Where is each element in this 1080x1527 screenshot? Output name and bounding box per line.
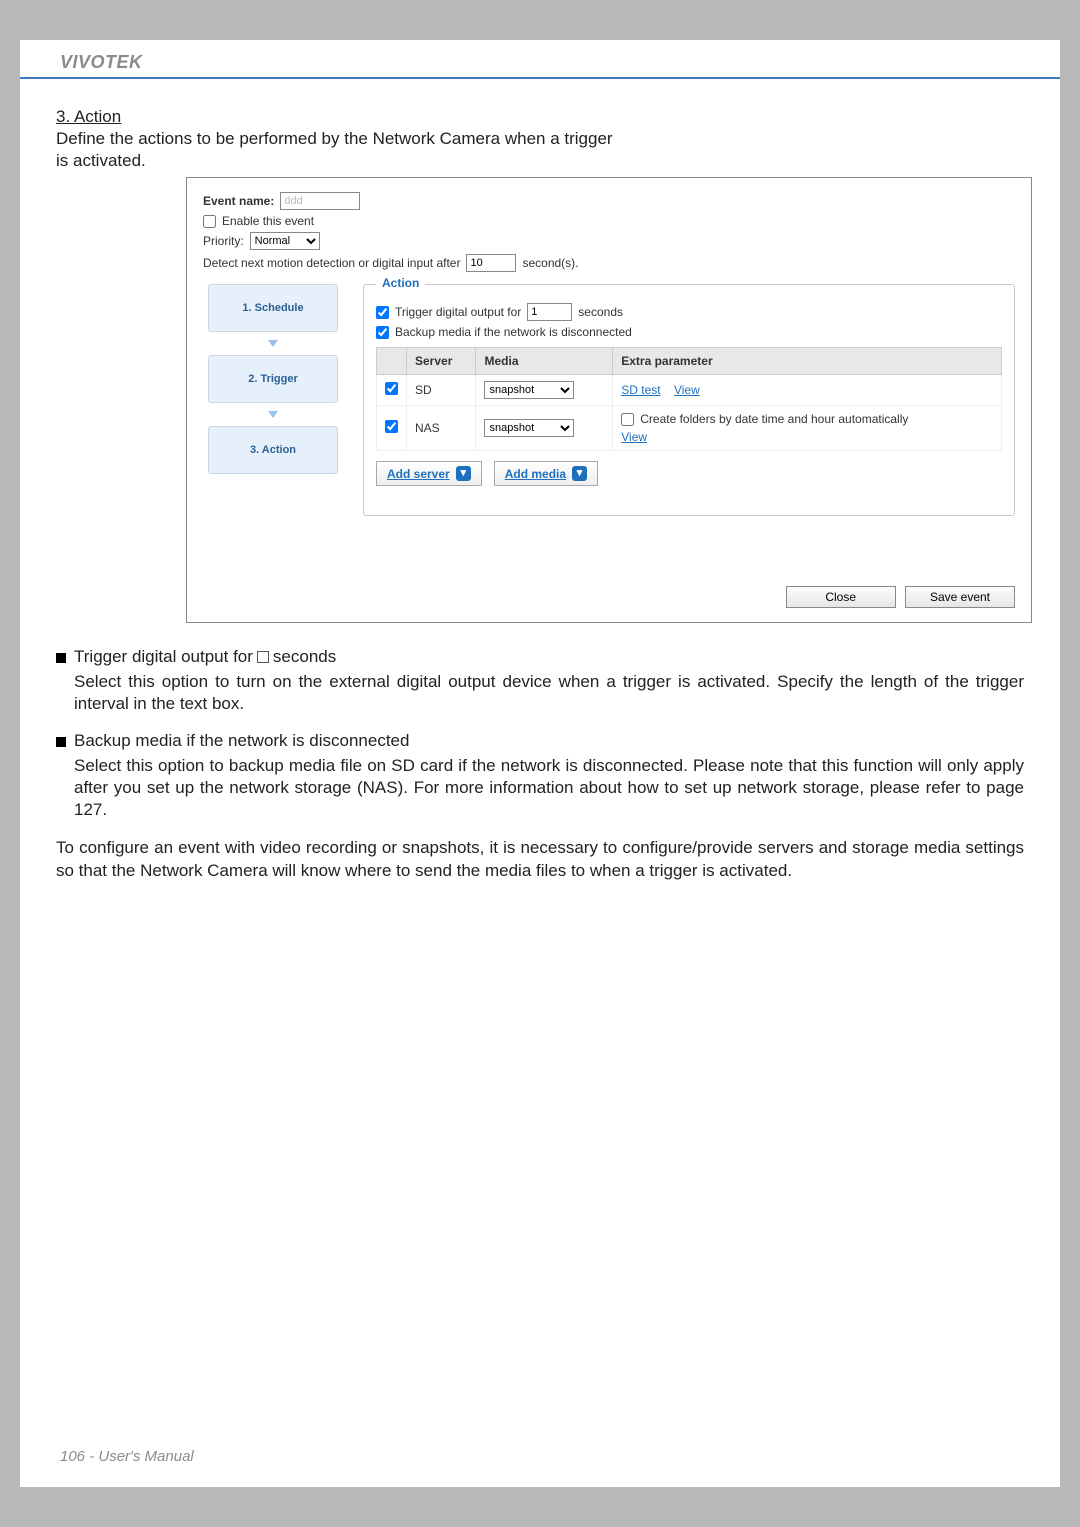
event-name-label: Event name:: [203, 194, 274, 208]
sd-test-link[interactable]: SD test: [621, 383, 660, 397]
row-sd-media-select[interactable]: snapshot: [484, 381, 574, 399]
detect-label-before: Detect next motion detection or digital …: [203, 256, 460, 270]
backup-label: Backup media if the network is disconnec…: [395, 325, 632, 339]
empty-checkbox-icon: [257, 651, 269, 663]
intro-line-1: Define the actions to be performed by th…: [56, 129, 1024, 149]
step-schedule[interactable]: 1. Schedule: [208, 284, 338, 332]
panel-body: 1. Schedule 2. Trigger 3. Action Action …: [203, 284, 1015, 516]
row-nas-media-select[interactable]: snapshot: [484, 419, 574, 437]
brand-text: VIVOTEK: [60, 52, 143, 72]
add-media-button[interactable]: Add media ▾: [494, 461, 598, 486]
steps-column: 1. Schedule 2. Trigger 3. Action: [203, 284, 343, 516]
action-fieldset: Action Trigger digital output for second…: [363, 284, 1015, 516]
trigger-output-label-before: Trigger digital output for: [395, 305, 521, 319]
col-extra: Extra parameter: [613, 348, 1002, 375]
action-legend: Action: [376, 276, 425, 290]
backup-row: Backup media if the network is disconnec…: [376, 325, 1002, 339]
trigger-output-label-after: seconds: [578, 305, 623, 319]
content-area: 3. Action Define the actions to be perfo…: [20, 79, 1060, 882]
sd-view-link[interactable]: View: [674, 383, 700, 397]
square-bullet-icon: [56, 737, 66, 747]
page: VIVOTEK 3. Action Define the actions to …: [20, 40, 1060, 1487]
event-panel: Event name: Enable this event Priority: …: [186, 177, 1032, 623]
detect-row: Detect next motion detection or digital …: [203, 254, 1015, 272]
bullet-list: Trigger digital output for seconds Selec…: [56, 647, 1024, 821]
row-nas-server: NAS: [407, 406, 476, 451]
add-buttons-row: Add server ▾ Add media ▾: [376, 461, 1002, 486]
add-server-label: Add server: [387, 467, 450, 481]
event-name-input[interactable]: [280, 192, 360, 210]
priority-select[interactable]: Normal: [250, 232, 320, 250]
enable-checkbox[interactable]: [203, 215, 216, 228]
table-row: SD snapshot SD test View: [377, 375, 1002, 406]
detect-label-after: second(s).: [522, 256, 578, 270]
bullet-item: Backup media if the network is disconnec…: [56, 731, 1024, 751]
trigger-output-checkbox[interactable]: [376, 306, 389, 319]
page-footer: 106 - User's Manual: [60, 1448, 194, 1465]
bullet-body: Select this option to turn on the extern…: [74, 671, 1024, 715]
backup-checkbox[interactable]: [376, 326, 389, 339]
save-event-button[interactable]: Save event: [905, 586, 1015, 608]
step-action[interactable]: 3. Action: [208, 426, 338, 474]
brand-bar: VIVOTEK: [20, 40, 1060, 79]
priority-row: Priority: Normal: [203, 232, 1015, 250]
closing-paragraph: To configure an event with video recordi…: [56, 837, 1024, 881]
chevron-down-icon: [268, 340, 278, 347]
row-nas-checkbox[interactable]: [385, 420, 398, 433]
trigger-output-row: Trigger digital output for seconds: [376, 303, 1002, 321]
col-server: Server: [407, 348, 476, 375]
close-button[interactable]: Close: [786, 586, 896, 608]
intro-line-2: is activated.: [56, 149, 180, 171]
col-media: Media: [476, 348, 613, 375]
priority-label: Priority:: [203, 234, 244, 248]
bullet-title: Backup media if the network is disconnec…: [74, 731, 409, 751]
enable-row: Enable this event: [203, 214, 1015, 228]
row-sd-server: SD: [407, 375, 476, 406]
add-media-label: Add media: [505, 467, 566, 481]
create-folders-label: Create folders by date time and hour aut…: [640, 412, 908, 426]
add-server-button[interactable]: Add server ▾: [376, 461, 482, 486]
create-folders-checkbox[interactable]: [621, 413, 634, 426]
step-trigger[interactable]: 2. Trigger: [208, 355, 338, 403]
plus-icon: ▾: [456, 466, 471, 481]
bullet-title-before: Backup media if the network is disconnec…: [74, 731, 409, 751]
plus-icon: ▾: [572, 466, 587, 481]
bullet-item: Trigger digital output for seconds: [56, 647, 1024, 667]
bullet-title-before: Trigger digital output for: [74, 647, 253, 667]
table-row: NAS snapshot Create folders by: [377, 406, 1002, 451]
action-table: Server Media Extra parameter SD: [376, 347, 1002, 451]
section-title: 3. Action: [56, 107, 1024, 127]
bullet-title: Trigger digital output for seconds: [74, 647, 336, 667]
dialog-buttons: Close Save event: [203, 586, 1015, 608]
nas-view-link[interactable]: View: [621, 430, 647, 444]
event-name-row: Event name:: [203, 192, 1015, 210]
chevron-down-icon: [268, 411, 278, 418]
bullet-body: Select this option to backup media file …: [74, 755, 1024, 821]
detect-seconds-input[interactable]: [466, 254, 516, 272]
bullet-title-after: seconds: [273, 647, 336, 667]
row-sd-checkbox[interactable]: [385, 382, 398, 395]
enable-label: Enable this event: [222, 214, 314, 228]
square-bullet-icon: [56, 653, 66, 663]
trigger-output-seconds-input[interactable]: [527, 303, 572, 321]
